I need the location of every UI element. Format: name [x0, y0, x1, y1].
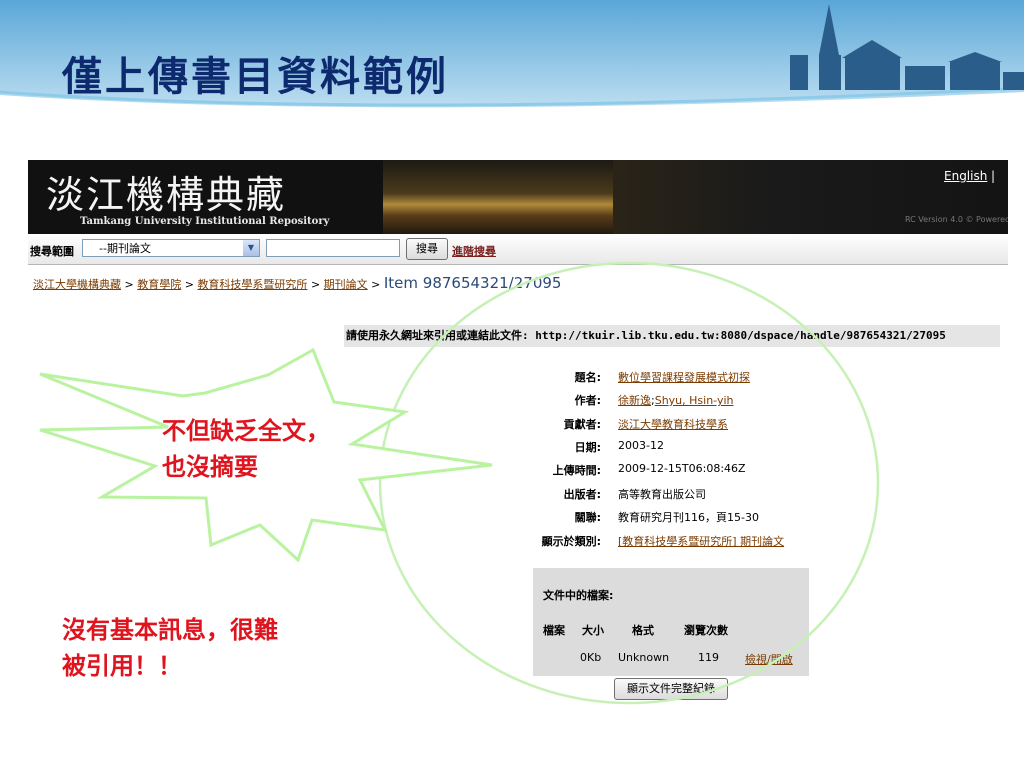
- metadata-collection-link[interactable]: [教育科技學系暨研究所] 期刊論文: [618, 533, 784, 549]
- chevron-down-icon[interactable]: ▼: [243, 240, 259, 256]
- search-scope-select[interactable]: --期刊論文 ▼: [82, 239, 260, 257]
- metadata-value: 教育研究月刊116，頁15-30: [618, 511, 759, 524]
- metadata-label: 日期:: [574, 441, 601, 454]
- metadata-label: 顯示於類別:: [541, 535, 601, 548]
- metadata-row-relation: 關聯: 教育研究月刊116，頁15-30: [428, 509, 848, 527]
- metadata-row-date: 日期: 2003-12: [428, 439, 848, 457]
- callout-note-line: 也沒摘要: [162, 452, 258, 481]
- breadcrumb-link-repository[interactable]: 淡江大學機構典藏: [33, 278, 121, 291]
- breadcrumb-separator: >: [371, 278, 381, 291]
- breadcrumb-current: Item 987654321/27095: [383, 274, 562, 292]
- metadata-contributor-link[interactable]: 淡江大學教育科技學系: [618, 416, 728, 432]
- metadata-author-values: 徐新逸;Shyu, Hsin-yih: [618, 392, 734, 408]
- metadata-label: 作者:: [574, 394, 601, 407]
- bottom-note-line: 沒有基本訊息，很難: [62, 615, 278, 644]
- advanced-search-link[interactable]: 進階搜尋: [452, 243, 496, 259]
- search-scope-value: --期刊論文: [99, 242, 151, 255]
- breadcrumb: 淡江大學機構典藏 > 教育學院 > 教育科技學系暨研究所 > 期刊論文 > It…: [33, 274, 561, 292]
- bottom-note-line: 被引用！！: [62, 651, 182, 680]
- metadata-row-title: 題名: 數位學習課程發展模式初探: [428, 369, 848, 387]
- permalink-bar: 請使用永久網址來引用或連結此文件: http://tkuir.lib.tku.e…: [344, 325, 1000, 347]
- files-panel: 文件中的檔案: 檔案 大小 格式 瀏覽次數 0Kb Unknown 119 檢視…: [533, 568, 809, 676]
- site-logo-title: 淡江機構典藏: [46, 173, 287, 217]
- file-format: Unknown: [618, 651, 670, 664]
- metadata-label: 題名:: [574, 371, 601, 384]
- author-link-chinese[interactable]: 徐新逸: [618, 394, 651, 407]
- breadcrumb-separator: >: [124, 278, 134, 291]
- metadata-row-upload-time: 上傳時間: 2009-12-15T06:08:46Z: [428, 462, 848, 480]
- metadata-label: 上傳時間:: [552, 464, 601, 477]
- metadata-row-publisher: 出版者: 高等教育出版公司: [428, 486, 848, 504]
- metadata-label: 關聯:: [574, 511, 601, 524]
- files-header-format: 格式: [632, 624, 654, 637]
- show-full-record-button[interactable]: 顯示文件完整紀錄: [614, 678, 728, 700]
- file-size: 0Kb: [580, 651, 602, 664]
- file-view-open-link[interactable]: 檢視/開啟: [745, 651, 793, 667]
- callout-note: 不但缺乏全文， 也沒摘要: [162, 413, 330, 485]
- file-views: 119: [698, 651, 719, 664]
- metadata-row-contributor: 貢獻者: 淡江大學教育科技學系: [428, 416, 848, 434]
- slide-title: 僅上傳書目資料範例: [62, 53, 449, 100]
- breadcrumb-separator: >: [310, 278, 321, 291]
- version-text: RC Version 4.0 © Powered: [905, 215, 1008, 224]
- author-link-english[interactable]: Shyu, Hsin-yih: [655, 394, 734, 407]
- breadcrumb-link-college[interactable]: 教育學院: [137, 278, 181, 291]
- files-title: 文件中的檔案:: [543, 589, 614, 602]
- metadata-title-link[interactable]: 數位學習課程發展模式初探: [618, 369, 750, 385]
- bottom-note: 沒有基本訊息，很難 被引用！！: [62, 612, 278, 684]
- breadcrumb-separator: >: [184, 278, 194, 291]
- metadata-value: 2009-12-15T06:08:46Z: [618, 462, 746, 475]
- library-photo: [383, 160, 613, 234]
- breadcrumb-link-department[interactable]: 教育科技學系暨研究所: [197, 278, 307, 291]
- metadata-label: 貢獻者:: [563, 418, 601, 431]
- language-separator: |: [991, 169, 996, 183]
- search-bar: 搜尋範圍 --期刊論文 ▼ 搜尋 進階搜尋: [28, 234, 1008, 265]
- files-header-size: 大小: [582, 624, 604, 637]
- english-language-link[interactable]: English: [944, 169, 987, 183]
- metadata-row-author: 作者: 徐新逸;Shyu, Hsin-yih: [428, 392, 848, 410]
- metadata-value: 高等教育出版公司: [618, 488, 706, 501]
- site-banner: 淡江機構典藏 Tamkang University Institutional …: [28, 160, 1008, 234]
- breadcrumb-link-collection[interactable]: 期刊論文: [324, 278, 368, 291]
- files-header-views: 瀏覽次數: [684, 624, 728, 637]
- metadata-label: 出版者:: [563, 488, 601, 501]
- files-header-file: 檔案: [543, 624, 565, 637]
- metadata-row-collection: 顯示於類別: [教育科技學系暨研究所] 期刊論文: [428, 533, 848, 551]
- callout-note-line: 不但缺乏全文，: [162, 416, 330, 445]
- search-button[interactable]: 搜尋: [406, 238, 448, 260]
- search-input[interactable]: [266, 239, 400, 257]
- metadata-value: 2003-12: [618, 439, 664, 452]
- site-logo-subtitle: Tamkang University Institutional Reposit…: [80, 216, 330, 227]
- search-scope-label: 搜尋範圍: [30, 245, 74, 258]
